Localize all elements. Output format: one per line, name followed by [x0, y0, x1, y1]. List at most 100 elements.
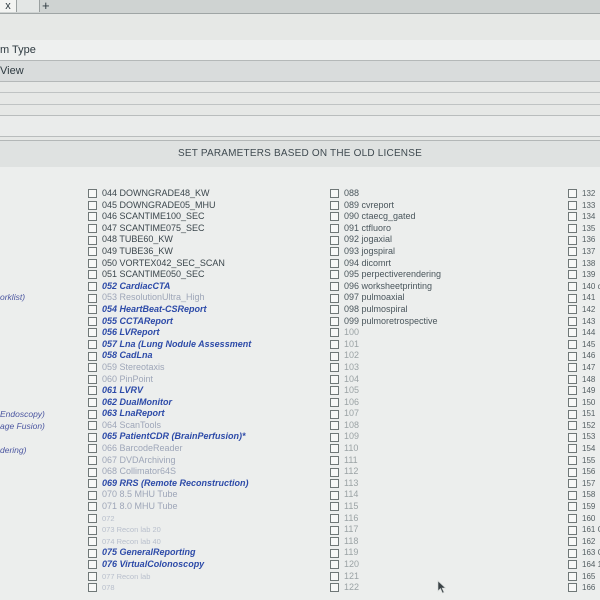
add-tab-button[interactable]: +	[42, 0, 50, 12]
license-checkbox[interactable]	[568, 432, 577, 442]
license-checkbox[interactable]	[568, 293, 577, 303]
license-checkbox[interactable]	[88, 421, 97, 431]
license-checkbox[interactable]	[88, 270, 97, 280]
license-checkbox[interactable]	[88, 571, 97, 581]
license-option[interactable]: 112	[330, 466, 441, 478]
license-checkbox[interactable]	[568, 305, 577, 315]
license-option[interactable]: 122	[330, 582, 441, 594]
license-checkbox[interactable]	[88, 490, 97, 500]
license-checkbox[interactable]	[88, 479, 97, 489]
license-option[interactable]: 096 worksheetprinting	[330, 281, 441, 293]
license-option[interactable]: 153	[568, 431, 600, 443]
license-option[interactable]: 065 PatientCDR (BrainPerfusion)*	[88, 431, 251, 443]
license-checkbox[interactable]	[88, 293, 97, 303]
license-option[interactable]: 115	[330, 501, 441, 513]
license-option[interactable]: 060 PinPoint	[88, 374, 251, 386]
license-checkbox[interactable]	[568, 455, 577, 465]
license-checkbox[interactable]	[330, 409, 339, 419]
license-option[interactable]: 105	[330, 385, 441, 397]
license-checkbox[interactable]	[568, 490, 577, 500]
license-option[interactable]: 076 VirtualColonoscopy	[88, 559, 251, 571]
license-option[interactable]: 088	[330, 188, 441, 200]
license-checkbox[interactable]	[568, 270, 577, 280]
license-option[interactable]: 061 LVRV	[88, 385, 251, 397]
license-checkbox[interactable]	[88, 247, 97, 257]
license-option[interactable]: 150	[568, 397, 600, 409]
license-checkbox[interactable]	[568, 525, 577, 535]
license-checkbox[interactable]	[330, 571, 339, 581]
license-checkbox[interactable]	[568, 513, 577, 523]
license-option[interactable]: 053 ResolutionUltra_High	[88, 292, 251, 304]
license-option[interactable]: 119	[330, 547, 441, 559]
license-checkbox[interactable]	[88, 409, 97, 419]
license-option[interactable]: 152	[568, 420, 600, 432]
license-option[interactable]: 116	[330, 513, 441, 525]
license-option[interactable]: 056 LVReport	[88, 327, 251, 339]
license-option[interactable]: 064 ScanTools	[88, 420, 251, 432]
license-checkbox[interactable]	[330, 235, 339, 245]
license-option[interactable]: 136	[568, 234, 600, 246]
license-checkbox[interactable]	[330, 513, 339, 523]
license-checkbox[interactable]	[88, 560, 97, 570]
license-checkbox[interactable]	[330, 189, 339, 199]
license-option[interactable]: 063 LnaReport	[88, 408, 251, 420]
license-option[interactable]: 110	[330, 443, 441, 455]
license-checkbox[interactable]	[330, 455, 339, 465]
license-option[interactable]: 045 DOWNGRADE05_MHU	[88, 200, 251, 212]
license-option[interactable]: 158	[568, 489, 600, 501]
license-checkbox[interactable]	[88, 328, 97, 338]
license-checkbox[interactable]	[88, 224, 97, 234]
license-checkbox[interactable]	[330, 479, 339, 489]
license-option[interactable]: 145	[568, 339, 600, 351]
license-checkbox[interactable]	[330, 432, 339, 442]
license-checkbox[interactable]	[330, 305, 339, 315]
license-checkbox[interactable]	[88, 513, 97, 523]
license-option[interactable]: 121	[330, 571, 441, 583]
license-checkbox[interactable]	[568, 479, 577, 489]
license-option[interactable]: 135	[568, 223, 600, 235]
license-option[interactable]: 134	[568, 211, 600, 223]
view-row[interactable]: View	[0, 61, 600, 82]
license-option[interactable]: 074 Recon lab 40	[88, 536, 251, 548]
license-option[interactable]: 148	[568, 374, 600, 386]
license-checkbox[interactable]	[330, 502, 339, 512]
license-checkbox[interactable]	[88, 316, 97, 326]
license-checkbox[interactable]	[88, 282, 97, 292]
close-tab-button[interactable]: x	[0, 0, 17, 12]
license-option[interactable]: 114	[330, 489, 441, 501]
license-option[interactable]: 103	[330, 362, 441, 374]
license-option[interactable]: 157	[568, 478, 600, 490]
license-checkbox[interactable]	[568, 571, 577, 581]
license-option[interactable]: 151	[568, 408, 600, 420]
license-option[interactable]: 139	[568, 269, 600, 281]
license-checkbox[interactable]	[568, 247, 577, 257]
license-option[interactable]: 108	[330, 420, 441, 432]
license-option[interactable]: 069 RRS (Remote Reconstruction)	[88, 478, 251, 490]
license-checkbox[interactable]	[330, 247, 339, 257]
license-option[interactable]: 094 dicomrt	[330, 258, 441, 270]
license-option[interactable]: 113	[330, 478, 441, 490]
license-checkbox[interactable]	[568, 212, 577, 222]
license-option[interactable]: 133	[568, 200, 600, 212]
license-option[interactable]: 049 TUBE36_KW	[88, 246, 251, 258]
license-checkbox[interactable]	[88, 351, 97, 361]
license-option[interactable]: 165	[568, 571, 600, 583]
license-checkbox[interactable]	[568, 316, 577, 326]
license-option[interactable]: 093 jogspiral	[330, 246, 441, 258]
license-checkbox[interactable]	[568, 374, 577, 384]
license-option[interactable]: 117	[330, 524, 441, 536]
license-option[interactable]: 075 GeneralReporting	[88, 547, 251, 559]
license-option[interactable]: 100	[330, 327, 441, 339]
license-checkbox[interactable]	[330, 282, 339, 292]
license-option[interactable]: 050 VORTEX042_SEC_SCAN	[88, 258, 251, 270]
license-option[interactable]: 047 SCANTIME075_SEC	[88, 223, 251, 235]
license-checkbox[interactable]	[568, 444, 577, 454]
license-option[interactable]: 159	[568, 501, 600, 513]
license-option[interactable]: 147	[568, 362, 600, 374]
license-checkbox[interactable]	[88, 455, 97, 465]
license-option[interactable]: 107	[330, 408, 441, 420]
license-option[interactable]: 078	[88, 582, 251, 594]
license-checkbox[interactable]	[330, 212, 339, 222]
license-checkbox[interactable]	[330, 316, 339, 326]
license-checkbox[interactable]	[88, 525, 97, 535]
